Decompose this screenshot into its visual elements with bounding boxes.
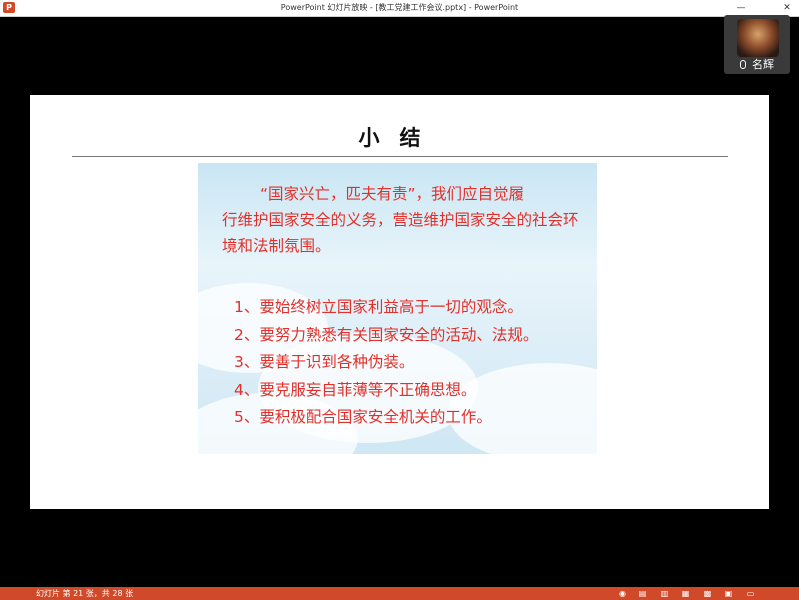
slide[interactable]: 小结 “国家兴亡，匹夫有责”，我们应自觉履 行维护国家安全的义务，营造维护国家安… xyxy=(30,95,769,509)
list-item: 2、要努力熟悉有关国家安全的活动、法规。 xyxy=(234,325,539,344)
normal-view-icon[interactable]: ▥ xyxy=(660,589,669,598)
list-item: 3、要善于识到各种伪装。 xyxy=(234,353,415,371)
slide-counter: 幻灯片 第 21 张，共 28 张 xyxy=(36,589,134,598)
list-item: 5、要积极配合国家安全机关的工作。 xyxy=(234,408,492,426)
summary-list: 1、要始终树立国家利益高于一切的观念。 2、要努力熟悉有关国家安全的活动、法规。… xyxy=(234,294,594,432)
slideshow-icon[interactable]: ▭ xyxy=(746,589,755,598)
comments-icon[interactable]: ▤ xyxy=(638,589,647,598)
webcam-thumbnail[interactable]: 名辉 xyxy=(724,15,790,74)
reading-view-icon[interactable]: ▣ xyxy=(724,589,733,598)
summary-paragraph: “国家兴亡，匹夫有责”，我们应自觉履 行维护国家安全的义务，营造维护国家安全的社… xyxy=(222,181,582,259)
list-item: 4、要克服妄自菲薄等不正确思想。 xyxy=(234,380,477,399)
notes-icon[interactable]: ◉ xyxy=(618,589,627,598)
window-titlebar: P PowerPoint 幻灯片放映 - [教工党建工作会议.pptx] - P… xyxy=(0,0,799,17)
window-title: PowerPoint 幻灯片放映 - [教工党建工作会议.pptx] - Pow… xyxy=(280,3,519,12)
paragraph-lead: “国家兴亡，匹夫有责”，我们应自觉履 xyxy=(260,185,525,203)
participant-name-row: 名辉 xyxy=(724,56,790,72)
paragraph-rest: 行维护国家安全的义务，营造维护国家安全的社会环境和法制氛围。 xyxy=(222,211,579,255)
slide-sorter-icon[interactable]: ▦ xyxy=(681,589,690,598)
grid-view-icon[interactable]: ▩ xyxy=(703,589,712,598)
list-item: 1、要始终树立国家利益高于一切的观念。 xyxy=(234,298,523,316)
minimize-icon[interactable]: — xyxy=(732,0,750,16)
summary-panel: “国家兴亡，匹夫有责”，我们应自觉履 行维护国家安全的义务，营造维护国家安全的社… xyxy=(198,163,597,454)
status-bar: 幻灯片 第 21 张，共 28 张 ◉ ▤ ▥ ▦ ▩ ▣ ▭ xyxy=(0,587,799,600)
participant-name: 名辉 xyxy=(752,58,774,71)
slide-title: 小结 xyxy=(358,126,441,150)
title-divider xyxy=(72,156,728,157)
close-icon[interactable]: ✕ xyxy=(778,0,796,16)
participant-video xyxy=(737,19,779,57)
microphone-icon[interactable] xyxy=(740,60,746,69)
